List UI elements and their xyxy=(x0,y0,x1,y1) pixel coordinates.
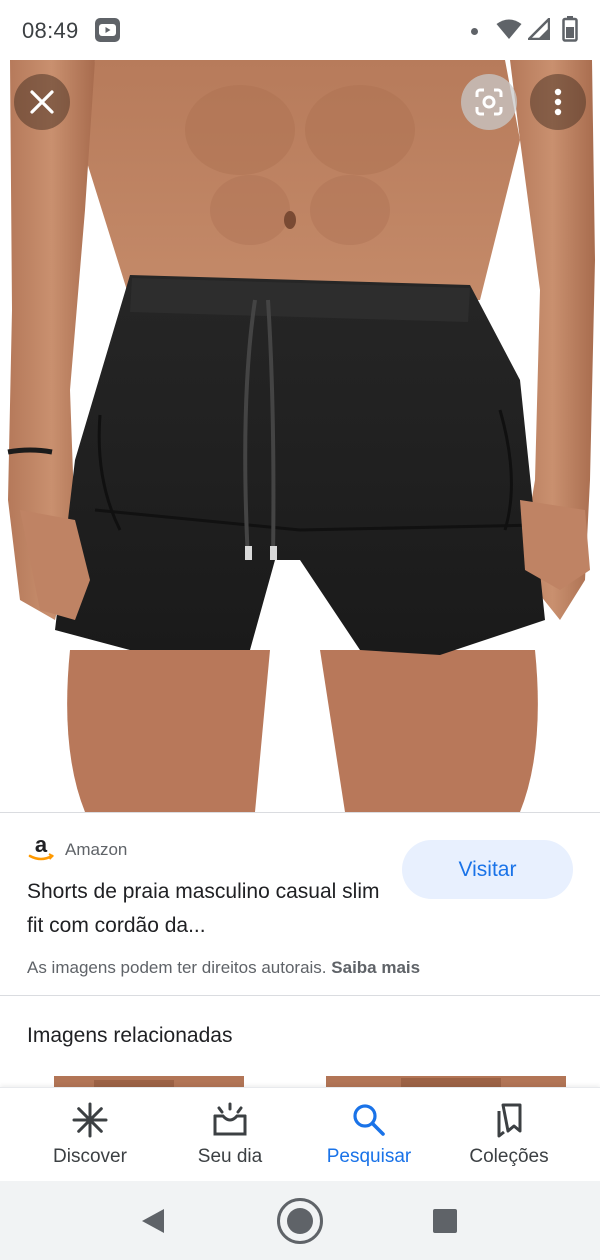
notification-dot-icon xyxy=(471,28,478,35)
source-name[interactable]: Amazon xyxy=(65,840,127,860)
shorts-product-photo xyxy=(0,60,600,812)
nav-seu-dia[interactable]: Seu dia xyxy=(155,1088,305,1182)
copyright-notice: As imagens podem ter direitos autorais. … xyxy=(27,958,420,978)
copyright-text: As imagens podem ter direitos autorais. xyxy=(27,958,327,977)
google-lens-icon xyxy=(475,88,503,116)
learn-more-link[interactable]: Saiba mais xyxy=(331,958,420,977)
nav-pesquisar-label: Pesquisar xyxy=(326,1146,412,1167)
amazon-logo: a xyxy=(28,835,54,861)
battery-icon xyxy=(562,16,578,42)
status-time: 08:49 xyxy=(22,18,79,43)
visit-button[interactable]: Visitar xyxy=(402,840,573,899)
youtube-icon xyxy=(95,18,120,42)
close-button[interactable] xyxy=(14,74,70,130)
nav-colecoes[interactable]: Coleções xyxy=(434,1088,584,1182)
home-circle-icon[interactable] xyxy=(276,1197,324,1245)
nav-discover-label: Discover xyxy=(53,1146,127,1167)
related-image-thumbnail[interactable] xyxy=(14,1076,286,1087)
nav-discover[interactable]: Discover xyxy=(15,1088,165,1182)
related-images-section: Imagens relacionadas xyxy=(0,995,600,1087)
cell-signal-icon xyxy=(528,18,550,40)
wifi-icon xyxy=(496,19,522,39)
result-title-link[interactable]: Shorts de praia masculino casual slim fi… xyxy=(27,875,387,943)
discover-asterisk-icon xyxy=(72,1102,108,1138)
result-info-panel: a Amazon Shorts de praia masculino casua… xyxy=(0,812,600,995)
more-options-button[interactable] xyxy=(530,74,586,130)
recents-square-icon[interactable] xyxy=(432,1208,458,1234)
image-viewer[interactable] xyxy=(0,60,600,812)
svg-text:a: a xyxy=(35,835,48,857)
nav-pesquisar[interactable]: Pesquisar xyxy=(294,1088,444,1182)
system-navigation-bar xyxy=(0,1181,600,1260)
status-bar: 08:49 xyxy=(0,0,600,60)
search-icon xyxy=(353,1104,385,1136)
collections-bookmark-icon xyxy=(497,1103,522,1138)
nav-seu-dia-label: Seu dia xyxy=(197,1146,263,1167)
related-images-heading: Imagens relacionadas xyxy=(27,1024,233,1047)
bottom-navigation: Discover Seu dia Pesquisar Coleções xyxy=(0,1087,600,1181)
back-triangle-icon[interactable] xyxy=(140,1207,166,1235)
related-image-thumbnail[interactable] xyxy=(306,1076,588,1087)
nav-colecoes-label: Coleções xyxy=(469,1146,549,1167)
close-icon xyxy=(30,90,54,114)
google-lens-button[interactable] xyxy=(461,74,517,130)
more-vert-icon xyxy=(554,88,562,116)
sunrise-icon xyxy=(213,1102,247,1136)
